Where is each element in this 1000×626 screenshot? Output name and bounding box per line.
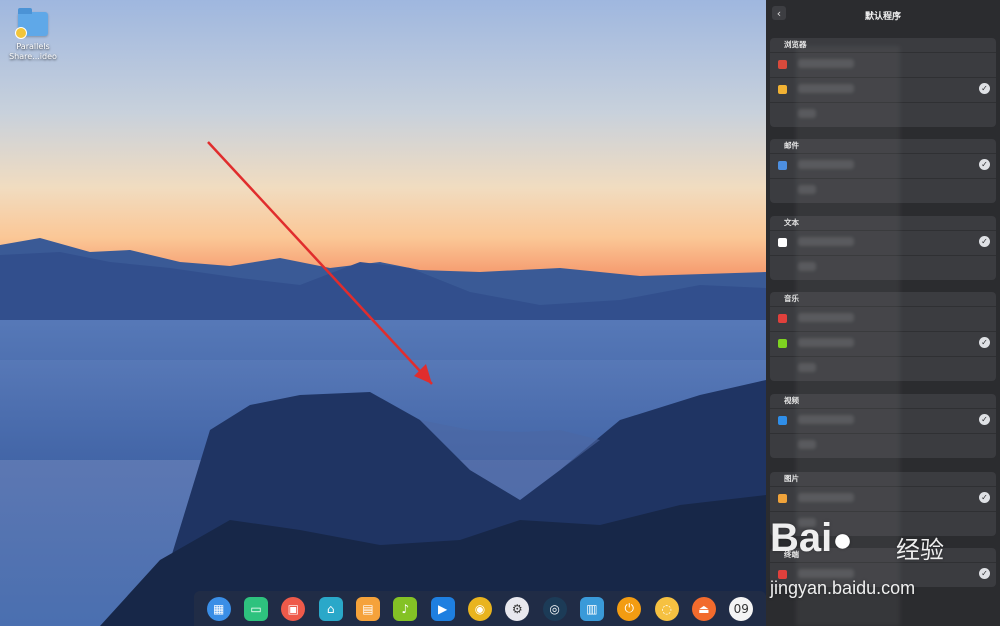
- eject-icon[interactable]: ⏏: [691, 596, 716, 621]
- monitor-icon[interactable]: ▥: [579, 596, 604, 621]
- check-icon: ✓: [979, 337, 990, 348]
- folder-icon: [15, 8, 48, 39]
- check-icon: ✓: [979, 83, 990, 94]
- paw-icon: ●: [832, 521, 853, 559]
- panel-title: 默认程序: [864, 11, 901, 22]
- check-icon: ✓: [979, 414, 990, 425]
- app-icon: [778, 416, 787, 425]
- desktop-shortcut-label: Parallels Share...ideo: [9, 42, 57, 61]
- app-icon: [778, 494, 787, 503]
- clock-icon[interactable]: 09: [729, 596, 754, 621]
- watermark-logo: Bai●: [770, 516, 853, 560]
- power-icon[interactable]: ⏻: [617, 596, 642, 621]
- terminal-icon[interactable]: ▭: [243, 596, 268, 621]
- launcher-icon[interactable]: ▦: [206, 596, 231, 621]
- desktop-shortcut-parallels[interactable]: Parallels Share...ideo: [6, 8, 60, 62]
- app-icon: [778, 314, 787, 323]
- panel-header: ‹ 默认程序: [766, 0, 1000, 30]
- dock: ▦ ▭ ▣ ⌂ ▤ ♪ ▶ ◉ ⚙ ◎ ▥ ⏻ ◌ ⏏ 09: [194, 591, 766, 626]
- chrome-icon[interactable]: ◉: [467, 596, 492, 621]
- app-icon: [778, 339, 787, 348]
- app-icon: [778, 85, 787, 94]
- watermark-text: 经验: [896, 536, 944, 564]
- archive-icon[interactable]: ▤: [355, 596, 380, 621]
- check-icon: ✓: [979, 492, 990, 503]
- video-icon[interactable]: ▶: [430, 596, 455, 621]
- check-icon: ✓: [979, 159, 990, 170]
- app-icon: [778, 60, 787, 69]
- sync-icon[interactable]: ◌: [654, 596, 679, 621]
- back-button[interactable]: ‹: [772, 6, 786, 20]
- app-icon: [778, 161, 787, 170]
- media-icon[interactable]: ▣: [281, 596, 306, 621]
- shared-badge-icon: [15, 27, 27, 39]
- baidu-watermark: Bai● 经验 jingyan.baidu.com: [764, 516, 1000, 626]
- camera-icon[interactable]: ◎: [542, 596, 567, 621]
- app-icon: [778, 238, 787, 247]
- store-icon[interactable]: ⌂: [318, 596, 343, 621]
- music-icon[interactable]: ♪: [393, 596, 418, 621]
- settings-icon[interactable]: ⚙: [505, 596, 530, 621]
- watermark-url: jingyan.baidu.com: [770, 578, 916, 598]
- check-icon: ✓: [979, 236, 990, 247]
